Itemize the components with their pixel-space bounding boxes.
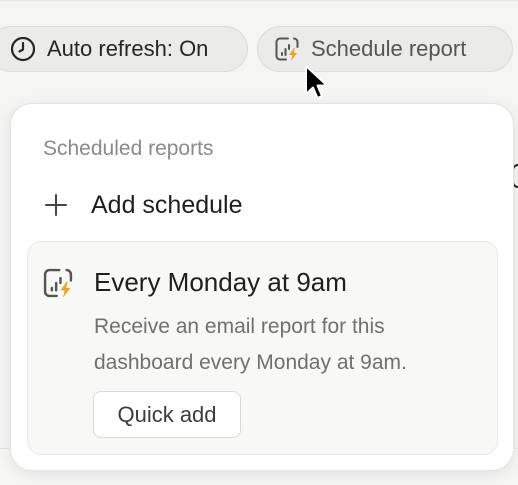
suggested-schedule-card: Every Monday at 9am Receive an email rep…	[27, 241, 498, 455]
clock-icon	[10, 36, 36, 62]
scheduled-reports-popover: Scheduled reports Add schedule Every Mon…	[10, 103, 514, 471]
popover-heading: Scheduled reports	[43, 137, 214, 160]
report-lightning-icon	[274, 36, 300, 62]
plus-icon	[43, 192, 69, 218]
mouse-pointer-icon	[304, 64, 330, 107]
suggestion-description: Receive an email report for this dashboa…	[94, 315, 407, 374]
add-schedule-button[interactable]: Add schedule	[43, 188, 243, 222]
quick-add-button[interactable]: Quick add	[93, 391, 241, 438]
report-lightning-icon	[42, 267, 74, 299]
auto-refresh-toggle[interactable]: Auto refresh: On	[0, 26, 248, 72]
schedule-report-button[interactable]: Schedule report	[257, 26, 513, 72]
suggestion-title: Every Monday at 9am	[94, 267, 347, 297]
add-schedule-label: Add schedule	[91, 190, 243, 219]
top-divider	[0, 0, 518, 1]
auto-refresh-label: Auto refresh: On	[47, 36, 209, 61]
schedule-report-label: Schedule report	[311, 36, 467, 61]
